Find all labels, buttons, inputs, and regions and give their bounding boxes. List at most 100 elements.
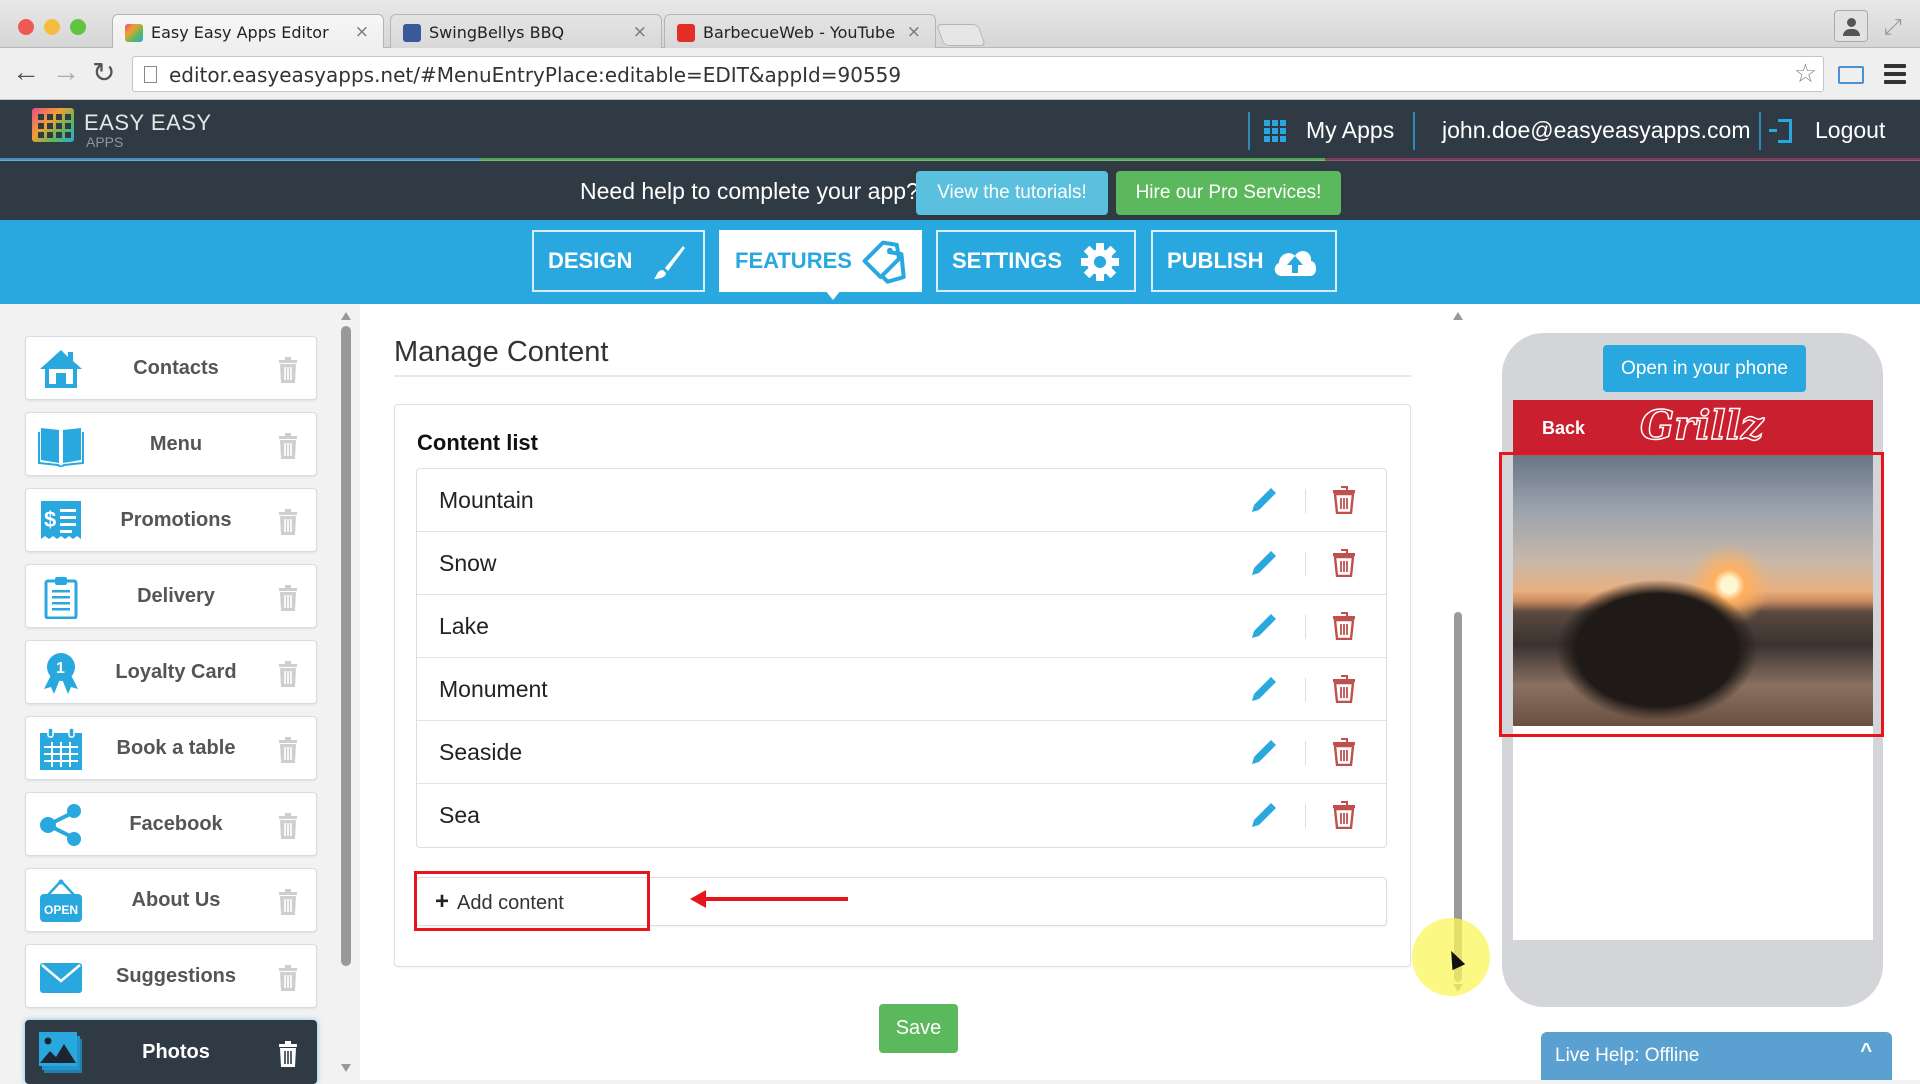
sidebar-item-promotions[interactable]: $ Promotions (25, 488, 317, 552)
scroll-up-arrow[interactable] (341, 312, 351, 320)
youtube-favicon (677, 24, 695, 42)
bookmark-star-icon[interactable]: ☆ (1794, 59, 1817, 89)
scrollbar-thumb[interactable] (341, 326, 351, 966)
chevron-up-icon[interactable]: ^ (1860, 1040, 1872, 1063)
browser-menu-icon[interactable] (1884, 64, 1906, 84)
trash-icon[interactable] (278, 661, 298, 687)
logout-link[interactable]: Logout (1815, 117, 1885, 144)
trash-icon[interactable] (278, 357, 298, 383)
trash-icon[interactable] (278, 585, 298, 611)
sidebar-item-label: Delivery (137, 585, 215, 607)
pencil-edit-icon[interactable] (1249, 802, 1277, 830)
easyeasyapps-logo-icon[interactable] (32, 108, 76, 148)
sidebar-item-book-a-table[interactable]: Book a table (25, 716, 317, 780)
action-divider (1305, 489, 1306, 513)
close-tab-icon[interactable]: × (633, 22, 647, 42)
trash-icon[interactable] (278, 813, 298, 839)
maximize-window-button[interactable] (70, 19, 86, 35)
back-icon[interactable]: ← (12, 56, 40, 88)
annotation-arrow (690, 890, 848, 908)
browser-tab-editor[interactable]: Easy Easy Apps Editor × (112, 14, 384, 48)
save-button[interactable]: Save (879, 1004, 958, 1053)
trash-icon[interactable] (278, 1041, 298, 1067)
new-tab-button[interactable] (935, 24, 987, 46)
minimize-window-button[interactable] (44, 19, 60, 35)
gear-icon (1081, 243, 1119, 281)
pencil-edit-icon[interactable] (1249, 739, 1277, 767)
action-divider (1305, 804, 1306, 828)
delete-trash-icon[interactable] (1332, 738, 1356, 767)
browser-tab-youtube[interactable]: BarbecueWeb - YouTube × (664, 14, 936, 48)
sidebar-item-label: Loyalty Card (115, 661, 237, 683)
cast-icon[interactable] (1838, 66, 1864, 84)
delete-trash-icon[interactable] (1332, 801, 1356, 830)
apps-grid-icon (1264, 120, 1286, 142)
sidebar-item-menu[interactable]: Menu (25, 412, 317, 476)
trash-icon[interactable] (278, 965, 298, 991)
book-icon (38, 423, 84, 469)
trash-icon[interactable] (278, 889, 298, 915)
sidebar-item-photos[interactable]: Photos (25, 1020, 317, 1084)
sidebar-item-delivery[interactable]: Delivery (25, 564, 317, 628)
pencil-edit-icon[interactable] (1249, 613, 1277, 641)
annotation-highlight-box (1499, 452, 1884, 737)
main-scrollbar[interactable] (1451, 312, 1465, 992)
close-window-button[interactable] (18, 19, 34, 35)
annotation-highlight-box (414, 871, 650, 931)
delete-trash-icon[interactable] (1332, 612, 1356, 641)
open-sign-icon: OPEN (38, 879, 84, 923)
phone-back-button[interactable]: Back (1542, 418, 1585, 439)
content-item-name: Seaside (439, 739, 523, 765)
browser-tab-facebook[interactable]: SwingBellys BBQ × (390, 14, 662, 48)
home-icon (38, 347, 84, 391)
tab-title: SwingBellys BBQ (429, 23, 565, 42)
forward-icon[interactable]: → (52, 56, 80, 88)
tab-design[interactable]: DESIGN (532, 230, 705, 292)
sidebar-item-about-us[interactable]: OPEN About Us (25, 868, 317, 932)
tags-icon (862, 240, 906, 284)
content-item-name: Mountain (439, 487, 534, 513)
open-in-phone-button[interactable]: Open in your phone (1603, 345, 1806, 392)
sidebar-scrollbar[interactable] (340, 312, 352, 1072)
sidebar-item-facebook[interactable]: Facebook (25, 792, 317, 856)
view-tutorials-button[interactable]: View the tutorials! (916, 171, 1108, 215)
svg-text:$: $ (44, 507, 56, 532)
close-tab-icon[interactable]: × (355, 22, 369, 42)
phone-app-logo: Grillz (1639, 401, 1764, 450)
sidebar-item-suggestions[interactable]: Suggestions (25, 944, 317, 1008)
fullscreen-icon[interactable]: ⤢ (1884, 14, 1902, 40)
tab-settings[interactable]: SETTINGS (936, 230, 1136, 292)
delete-trash-icon[interactable] (1332, 549, 1356, 578)
delete-trash-icon[interactable] (1332, 675, 1356, 704)
tab-title: Easy Easy Apps Editor (151, 23, 329, 42)
pencil-edit-icon[interactable] (1249, 550, 1277, 578)
content-list-item: Seaside (417, 721, 1386, 784)
url-input[interactable]: editor.easyeasyapps.net/#MenuEntryPlace:… (132, 56, 1824, 92)
scroll-up-arrow[interactable] (1453, 312, 1463, 320)
user-email-link[interactable]: john.doe@easyeasyapps.com (1442, 117, 1750, 144)
tab-features[interactable]: FEATURES (719, 230, 922, 300)
header-divider (1248, 112, 1250, 150)
live-help-widget[interactable]: Live Help: Offline ^ (1541, 1032, 1892, 1080)
reload-icon[interactable]: ↻ (92, 56, 115, 89)
pencil-edit-icon[interactable] (1249, 487, 1277, 515)
easyeasyapps-favicon (125, 24, 143, 42)
receipt-icon: $ (38, 499, 84, 543)
action-divider (1305, 678, 1306, 702)
action-divider (1305, 552, 1306, 576)
scroll-down-arrow[interactable] (341, 1064, 351, 1072)
sidebar-item-loyalty-card[interactable]: 1 Loyalty Card (25, 640, 317, 704)
pencil-edit-icon[interactable] (1249, 676, 1277, 704)
trash-icon[interactable] (278, 737, 298, 763)
facebook-favicon (403, 24, 421, 42)
sidebar-item-contacts[interactable]: Contacts (25, 336, 317, 400)
close-tab-icon[interactable]: × (907, 22, 921, 42)
hire-pro-services-button[interactable]: Hire our Pro Services! (1116, 171, 1341, 215)
trash-icon[interactable] (278, 433, 298, 459)
my-apps-link[interactable]: My Apps (1306, 117, 1394, 144)
trash-icon[interactable] (278, 509, 298, 535)
delete-trash-icon[interactable] (1332, 486, 1356, 515)
tab-publish[interactable]: PUBLISH (1151, 230, 1337, 292)
profile-icon[interactable] (1834, 10, 1868, 42)
content-list-item: Mountain (417, 469, 1386, 532)
